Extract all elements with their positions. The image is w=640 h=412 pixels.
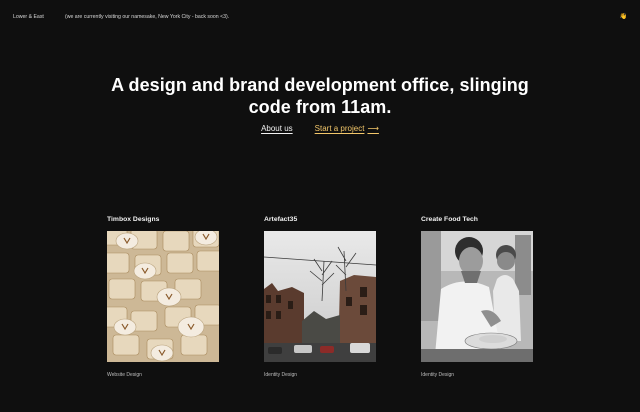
about-us-link[interactable]: About us — [261, 124, 293, 133]
project-title: Create Food Tech — [421, 216, 478, 223]
waving-hand-icon: 👋 — [619, 14, 627, 20]
about-us-label: About us — [261, 124, 293, 133]
arrow-right-icon: ⟶ — [367, 124, 379, 133]
project-card-timbox[interactable]: Timbox Designs Website Design — [107, 216, 219, 378]
project-thumbnail[interactable] — [264, 231, 376, 362]
start-project-link[interactable]: Start a project ⟶ — [315, 124, 379, 133]
project-thumbnail[interactable] — [421, 231, 533, 362]
brand-name[interactable]: Lower & East — [13, 14, 44, 20]
wave-button[interactable]: 👋 — [620, 13, 627, 20]
project-title: Timbox Designs — [107, 216, 160, 223]
hero-headline: A design and brand development office, s… — [111, 75, 529, 117]
project-category: Identity Design — [264, 372, 298, 378]
hero: A design and brand development office, s… — [0, 74, 640, 118]
project-card-create-food-tech[interactable]: Create Food Tech Identity Design — [421, 216, 533, 378]
status-notice: (we are currently visiting our namesake,… — [65, 14, 230, 20]
project-card-artefact35[interactable]: Artefact35 Identity Design — [264, 216, 376, 378]
hero-links: About us Start a project ⟶ — [0, 124, 640, 133]
project-category: Identity Design — [421, 372, 455, 378]
project-title: Artefact35 — [264, 216, 298, 223]
start-project-label: Start a project — [314, 124, 365, 133]
top-bar: Lower & East (we are currently visiting … — [0, 0, 640, 34]
project-category: Website Design — [107, 372, 142, 378]
project-thumbnail[interactable] — [107, 231, 219, 362]
